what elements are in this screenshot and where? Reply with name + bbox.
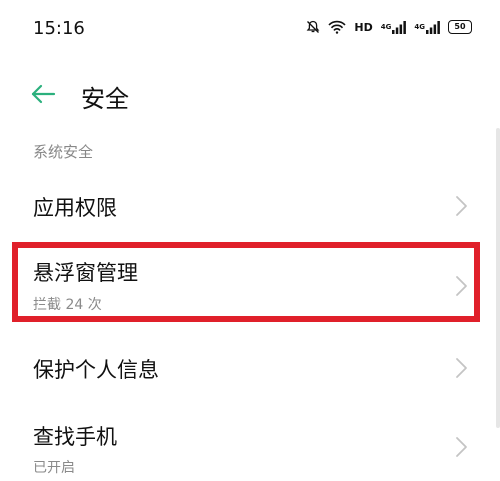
signal-label: 4G xyxy=(380,23,392,31)
mute-bell-icon xyxy=(306,20,320,34)
battery-icon: 50 xyxy=(448,20,472,34)
item-title: 悬浮窗管理 xyxy=(33,261,138,285)
settings-item-protect-personal-info[interactable]: 保护个人信息 xyxy=(0,332,500,402)
settings-item-find-phone[interactable]: 查找手机 已开启 xyxy=(0,405,500,481)
item-title: 应用权限 xyxy=(33,196,117,220)
back-arrow-icon[interactable] xyxy=(30,83,56,105)
item-subtitle: 已开启 xyxy=(33,460,75,476)
status-time: 15:16 xyxy=(33,18,85,39)
chevron-right-icon xyxy=(455,195,469,217)
signal-label-2: 4G xyxy=(414,23,425,31)
chevron-right-icon xyxy=(455,357,469,379)
signal-icon-2: 4G xyxy=(414,20,440,34)
section-label: 系统安全 xyxy=(33,143,94,161)
settings-item-app-permissions[interactable]: 应用权限 xyxy=(0,172,500,240)
chevron-right-icon xyxy=(455,275,469,297)
page-title: 安全 xyxy=(81,85,129,113)
chevron-right-icon xyxy=(455,436,469,458)
wifi-icon xyxy=(328,20,346,34)
item-title: 保护个人信息 xyxy=(33,358,159,382)
item-title: 查找手机 xyxy=(33,425,117,449)
hd-label: HD xyxy=(354,20,373,34)
signal-icon: 4G xyxy=(380,20,407,34)
status-icons: HD 4G 4G 50 xyxy=(306,20,472,34)
status-bar: 15:16 HD 4G 4G 50 xyxy=(0,0,500,60)
header: 安全 xyxy=(0,70,500,120)
settings-item-floating-window[interactable]: 悬浮窗管理 拦截 24 次 xyxy=(0,242,500,322)
item-subtitle: 拦截 24 次 xyxy=(33,297,102,313)
